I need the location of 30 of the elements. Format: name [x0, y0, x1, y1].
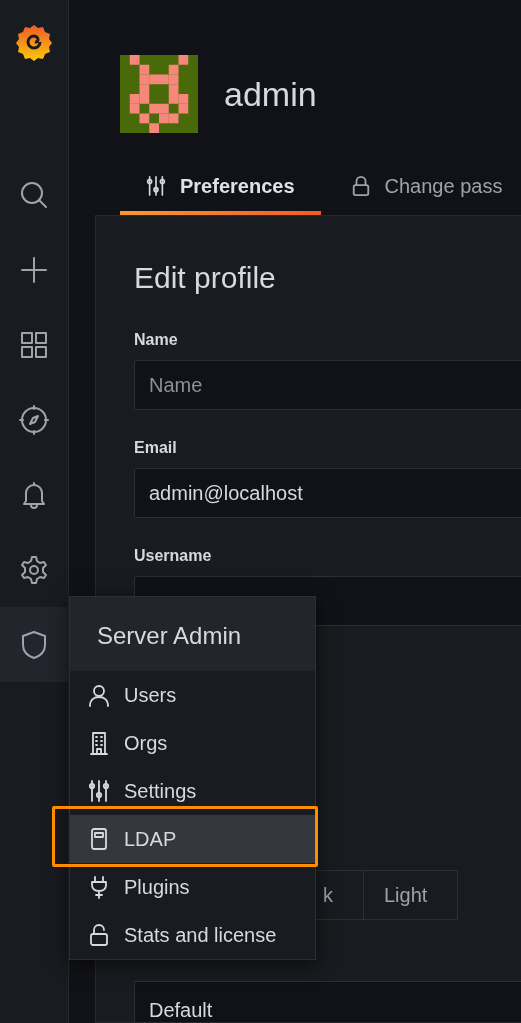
tab[interactable]: Change pass: [324, 171, 521, 215]
logo-icon[interactable]: [14, 22, 54, 62]
menu-title: Server Admin: [70, 597, 315, 671]
field-label: Email: [134, 438, 178, 458]
input-field[interactable]: admin@localhost: [134, 468, 521, 518]
timezone-select[interactable]: Default: [134, 981, 521, 1022]
menu-item[interactable]: Users: [70, 671, 315, 719]
gear-icon: [18, 553, 50, 586]
form-title: Edit profile: [134, 260, 277, 296]
lock-icon: [350, 175, 371, 197]
building-icon: [88, 731, 110, 755]
plug-icon: [88, 875, 110, 899]
menu-item[interactable]: Plugins: [70, 863, 315, 911]
field-label: Name: [134, 330, 179, 350]
compass-icon: [18, 403, 50, 436]
sliders-icon: [88, 779, 110, 803]
theme-option[interactable]: Light: [364, 870, 459, 920]
tab[interactable]: Preferences: [120, 171, 321, 215]
menu-item[interactable]: Stats and license: [70, 911, 315, 959]
user-icon: [88, 683, 110, 707]
sidebar-item[interactable]: [0, 607, 68, 682]
unlock-icon: [88, 923, 110, 947]
book-icon: [88, 827, 110, 851]
menu-item[interactable]: Settings: [70, 767, 315, 815]
user-name: admin: [224, 73, 317, 115]
menu-item[interactable]: LDAP: [70, 815, 315, 863]
sliders-icon: [146, 175, 166, 197]
field-label: Username: [134, 546, 213, 566]
input-field[interactable]: Name: [134, 360, 521, 410]
menu-item[interactable]: Orgs: [70, 719, 315, 767]
